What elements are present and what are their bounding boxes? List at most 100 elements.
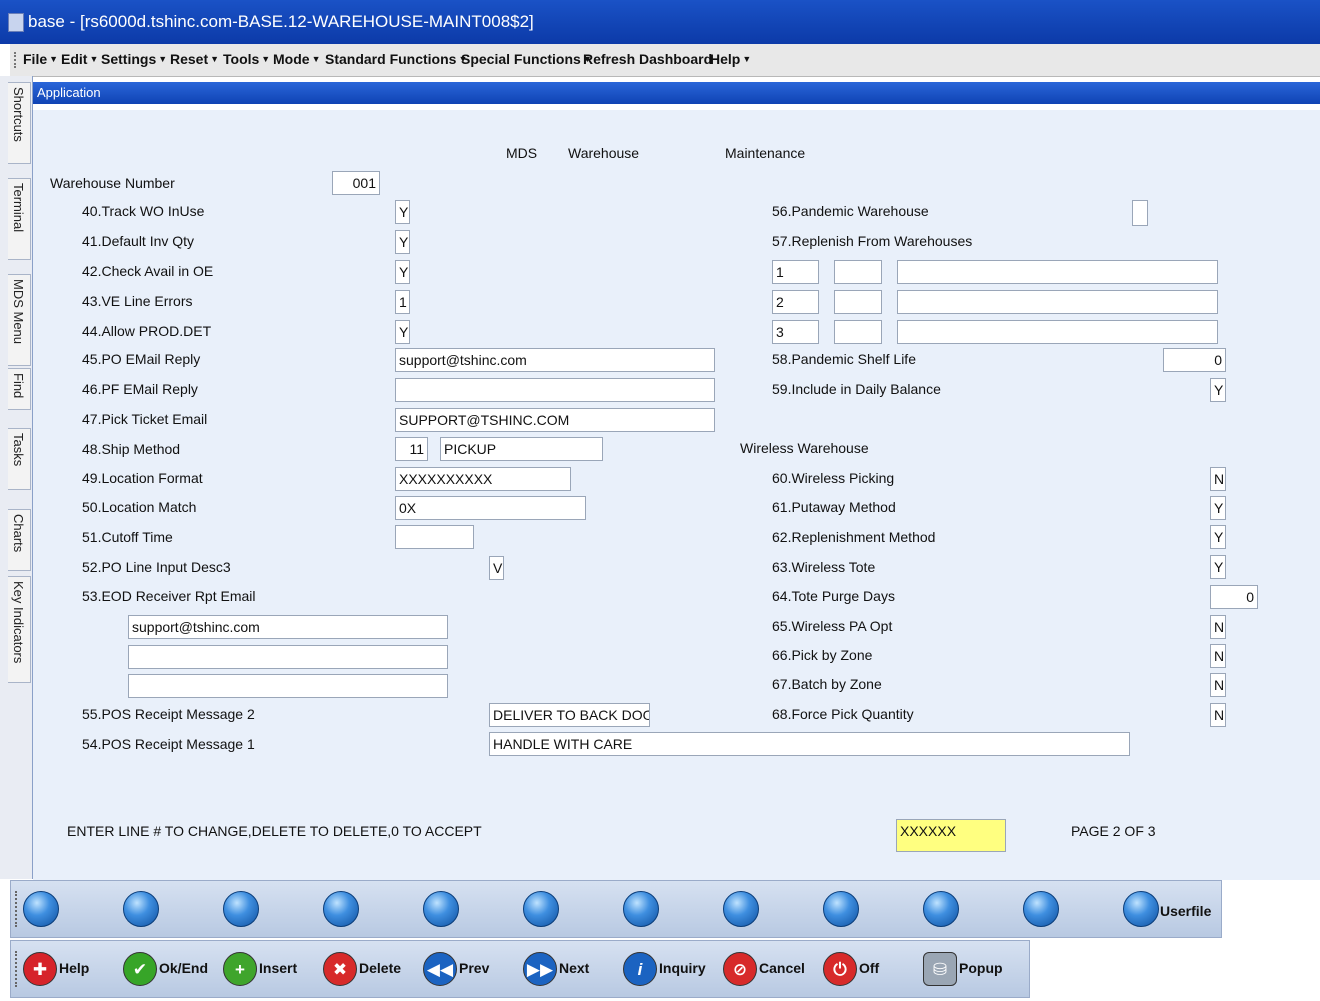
menu-refresh-dashboard[interactable]: Refresh Dashboard <box>583 51 712 67</box>
f57-desc-2[interactable] <box>897 290 1218 314</box>
delete-icon[interactable]: ✖ <box>323 952 357 986</box>
f60-field[interactable]: N <box>1210 467 1226 491</box>
f45-field[interactable]: support@tshinc.com <box>395 348 715 372</box>
fkey-9-icon[interactable] <box>823 891 859 927</box>
f63-field[interactable]: Y <box>1210 555 1226 579</box>
menu-grip <box>14 52 18 68</box>
fkey-2-icon[interactable] <box>123 891 159 927</box>
insert-button[interactable]: Insert <box>259 960 297 976</box>
wireless-heading: Wireless Warehouse <box>740 440 869 456</box>
f46-field[interactable] <box>395 378 715 402</box>
fkey-11-icon[interactable] <box>1023 891 1059 927</box>
fkey-3-icon[interactable] <box>223 891 259 927</box>
f57-desc-3[interactable] <box>897 320 1218 344</box>
f53-email-3[interactable] <box>128 674 448 698</box>
menu-special-functions[interactable]: Special Functions ▼ <box>461 51 592 67</box>
fkey-10-icon[interactable] <box>923 891 959 927</box>
fkey-1-icon[interactable] <box>23 891 59 927</box>
cancel-icon[interactable]: ⊘ <box>723 952 757 986</box>
f56-label: 56.Pandemic Warehouse <box>772 203 929 219</box>
f57-whse-2[interactable] <box>834 290 882 314</box>
prev-icon[interactable]: ◀◀ <box>423 952 457 986</box>
f59-field[interactable]: Y <box>1210 378 1226 402</box>
f66-field[interactable]: N <box>1210 644 1226 668</box>
f45-label: 45.PO EMail Reply <box>82 351 201 367</box>
f62-field[interactable]: Y <box>1210 525 1226 549</box>
f68-field[interactable]: N <box>1210 703 1226 727</box>
menu-edit[interactable]: Edit ▼ <box>61 51 98 67</box>
f48-code-field[interactable]: 11 <box>395 437 428 461</box>
f54-label: 54.POS Receipt Message 1 <box>82 736 255 752</box>
f57-desc-1[interactable] <box>897 260 1218 284</box>
f67-field[interactable]: N <box>1210 673 1226 697</box>
f65-field[interactable]: N <box>1210 615 1226 639</box>
f57-whse-3[interactable] <box>834 320 882 344</box>
tab-charts[interactable]: Charts <box>8 509 31 571</box>
f57-whse-1[interactable] <box>834 260 882 284</box>
f48-desc-field[interactable]: PICKUP <box>440 437 603 461</box>
menu-file[interactable]: File ▼ <box>23 51 58 67</box>
f66-label: 66.Pick by Zone <box>772 647 873 663</box>
toolbar-grip <box>15 891 17 927</box>
menu-standard-functions[interactable]: Standard Functions ▼ <box>325 51 467 67</box>
userfile-button-label[interactable]: Userfile <box>1160 903 1211 919</box>
tab-key-indicators[interactable]: Key Indicators <box>8 576 31 683</box>
menu-help[interactable]: Help ▼ <box>710 51 751 67</box>
f40-field[interactable]: Y <box>395 200 410 224</box>
f49-field[interactable]: XXXXXXXXXX <box>395 467 571 491</box>
menu-mode[interactable]: Mode ▼ <box>273 51 320 67</box>
f42-field[interactable]: Y <box>395 260 410 284</box>
popup-button[interactable]: Popup <box>959 960 1003 976</box>
tab-find[interactable]: Find <box>8 368 31 410</box>
menu-tools[interactable]: Tools ▼ <box>223 51 270 67</box>
delete-button[interactable]: Delete <box>359 960 401 976</box>
power-icon[interactable]: ⏻ <box>823 952 857 986</box>
database-icon[interactable]: ⛁ <box>923 952 957 986</box>
warehouse-number-field[interactable]: 001 <box>332 171 380 195</box>
ok-end-button[interactable]: Ok/End <box>159 960 208 976</box>
f64-field[interactable]: 0 <box>1210 585 1258 609</box>
f41-field[interactable]: Y <box>395 230 410 254</box>
f58-field[interactable]: 0 <box>1163 348 1226 372</box>
next-button[interactable]: Next <box>559 960 589 976</box>
f57-label: 57.Replenish From Warehouses <box>772 233 973 249</box>
fkey-6-icon[interactable] <box>523 891 559 927</box>
help-icon[interactable]: ✚ <box>23 952 57 986</box>
f55-field[interactable]: DELIVER TO BACK DOOR ON <box>489 703 650 727</box>
prev-button[interactable]: Prev <box>459 960 489 976</box>
f57-seq-1[interactable]: 1 <box>772 260 819 284</box>
cancel-button[interactable]: Cancel <box>759 960 805 976</box>
fkey-7-icon[interactable] <box>623 891 659 927</box>
f50-field[interactable]: 0X <box>395 496 586 520</box>
tab-shortcuts[interactable]: Shortcuts <box>8 82 31 164</box>
tab-mds-menu[interactable]: MDS Menu <box>8 274 31 366</box>
fkey-4-icon[interactable] <box>323 891 359 927</box>
f56-field[interactable] <box>1132 200 1148 226</box>
menu-reset[interactable]: Reset ▼ <box>170 51 219 67</box>
userfile-button-icon[interactable] <box>1123 891 1159 927</box>
f51-field[interactable] <box>395 525 474 549</box>
fkey-8-icon[interactable] <box>723 891 759 927</box>
tab-tasks[interactable]: Tasks <box>8 428 31 490</box>
command-input[interactable]: XXXXXX <box>896 819 1006 852</box>
tab-terminal[interactable]: Terminal <box>8 178 31 260</box>
f57-seq-3[interactable]: 3 <box>772 320 819 344</box>
insert-icon[interactable]: + <box>223 952 257 986</box>
f61-field[interactable]: Y <box>1210 496 1226 520</box>
f52-field[interactable]: V <box>489 556 504 580</box>
help-button[interactable]: Help <box>59 960 89 976</box>
f54-field[interactable]: HANDLE WITH CARE <box>489 732 1130 756</box>
ok-end-icon[interactable]: ✔ <box>123 952 157 986</box>
inquiry-icon[interactable]: i <box>623 952 657 986</box>
fkey-5-icon[interactable] <box>423 891 459 927</box>
f53-email-2[interactable] <box>128 645 448 669</box>
inquiry-button[interactable]: Inquiry <box>659 960 706 976</box>
f44-field[interactable]: Y <box>395 320 410 344</box>
f43-field[interactable]: 1 <box>395 290 410 314</box>
f47-field[interactable]: SUPPORT@TSHINC.COM <box>395 408 715 432</box>
menu-settings[interactable]: Settings ▼ <box>101 51 167 67</box>
off-button[interactable]: Off <box>859 960 879 976</box>
f53-email-1[interactable]: support@tshinc.com <box>128 615 448 639</box>
next-icon[interactable]: ▶▶ <box>523 952 557 986</box>
f57-seq-2[interactable]: 2 <box>772 290 819 314</box>
